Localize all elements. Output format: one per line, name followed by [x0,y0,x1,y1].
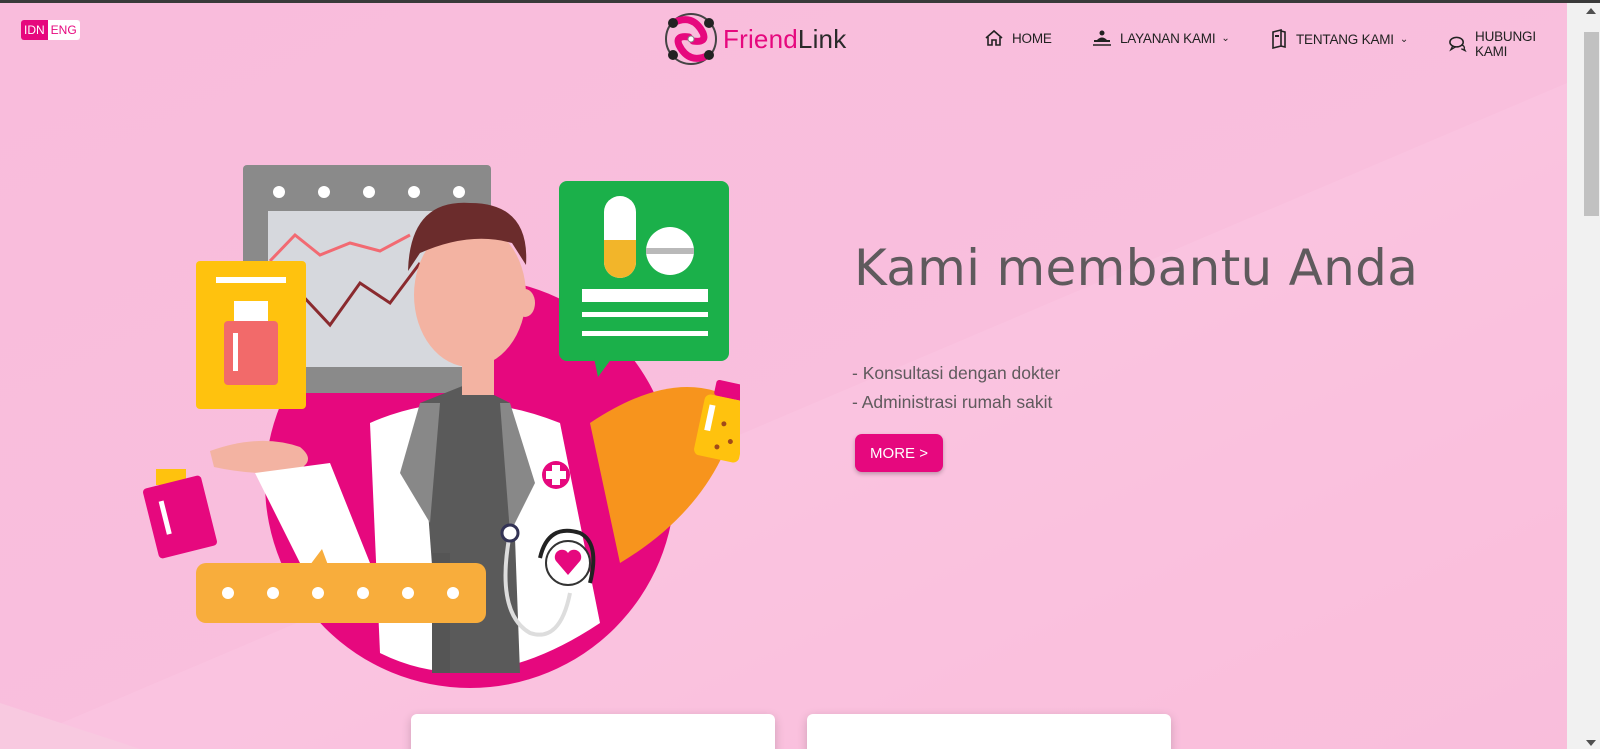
brand-logo[interactable]: FriendLink [663,11,846,67]
nav-label-home: HOME [1012,30,1052,46]
lang-idn-button[interactable]: IDN [21,20,48,40]
home-icon [985,29,1003,46]
language-switch: IDN ENG [21,20,80,40]
nav-item-hubungi-kami[interactable]: HUBUNGI KAMI [1448,29,1567,59]
scroll-up-arrow-icon[interactable] [1586,8,1596,14]
doctor-illustration [143,165,740,688]
pill-card-icon [559,181,729,377]
bottle-icon [143,469,217,559]
nav-label-tentang-kami: TENTANG KAMI [1296,31,1394,47]
service-card-1[interactable] [411,714,775,749]
scrollbar-thumb[interactable] [1584,32,1599,216]
brand-name: FriendLink [723,24,846,55]
chevron-down-icon: ⌄ [1399,33,1409,45]
medicine-card-icon [196,261,306,409]
brand-name-part2: Link [797,23,847,54]
nav-label-hubungi-kami: HUBUNGI KAMI [1475,29,1536,59]
brand-name-part1: Friend [723,23,798,54]
service-icon [1093,30,1111,46]
hero-headline: Kami membantu Anda [854,239,1419,297]
nav-item-layanan-kami[interactable]: LAYANAN KAMI ⌄ [1092,29,1230,47]
nav-item-tentang-kami[interactable]: TENTANG KAMI ⌄ [1270,29,1408,49]
chat-icon [1449,36,1467,53]
hero-bullet-consultation: - Konsultasi dengan dokter [852,363,1061,383]
nav-label-layanan-kami: LAYANAN KAMI [1120,30,1216,46]
more-button[interactable]: MORE > [855,434,943,472]
page: IDN ENG FriendLink HOME LAYANAN KAMI ⌄ T… [0,3,1567,749]
chevron-down-icon: ⌄ [1221,32,1230,44]
nav-item-home[interactable]: HOME [984,29,1052,47]
friendlink-logo-icon [665,13,717,65]
lang-eng-button[interactable]: ENG [47,20,80,40]
book-icon [1272,29,1286,49]
scroll-down-arrow-icon[interactable] [1586,740,1596,746]
service-card-2[interactable] [807,714,1171,749]
hero-bullet-administration: - Administrasi rumah sakit [852,392,1053,412]
